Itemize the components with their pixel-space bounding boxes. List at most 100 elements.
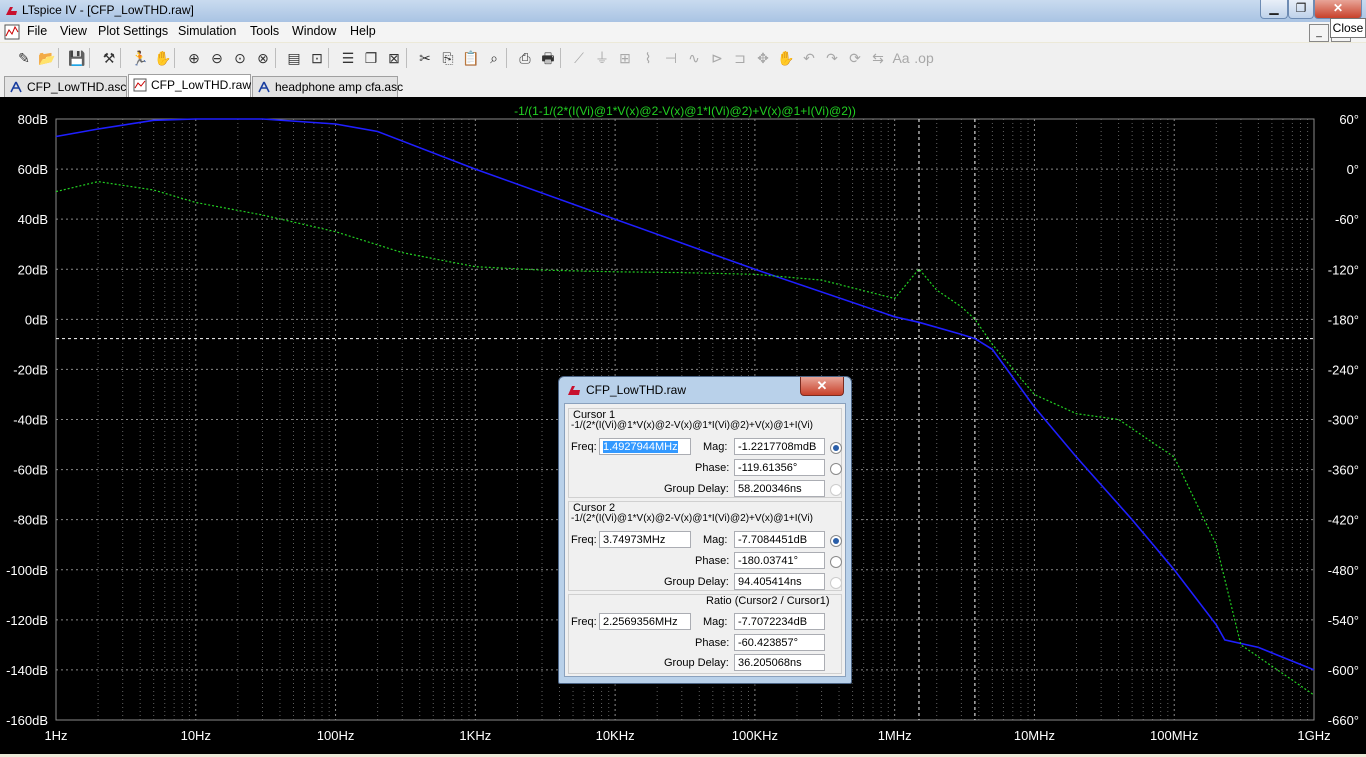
drag-icon[interactable]: ✋ bbox=[776, 48, 796, 68]
menu-plot-settings[interactable]: Plot Settings bbox=[98, 24, 168, 38]
rotate-icon[interactable]: ⟳ bbox=[845, 48, 865, 68]
y-left-tick-label: 20dB bbox=[18, 262, 48, 277]
print-icon[interactable]: 🖶 bbox=[538, 48, 558, 68]
zoom-full-icon[interactable]: ⊙ bbox=[230, 48, 250, 68]
toolbar-separator bbox=[328, 48, 329, 68]
x-tick-label: 1KHz bbox=[459, 728, 491, 743]
cursor1-phase-radio[interactable] bbox=[830, 463, 842, 475]
ratio-gd-field[interactable]: 36.205068ns bbox=[734, 654, 825, 671]
menu-file[interactable]: File bbox=[27, 24, 47, 38]
tile-horizontal-icon[interactable]: ☰ bbox=[338, 48, 358, 68]
mirror-icon[interactable]: ⇆ bbox=[868, 48, 888, 68]
spice-directive-icon[interactable]: .op bbox=[914, 48, 934, 68]
tab-label: CFP_LowTHD.asc bbox=[27, 80, 127, 94]
control-panel-icon[interactable]: ⚒ bbox=[99, 48, 119, 68]
new-schematic-icon[interactable]: ✎ bbox=[14, 48, 34, 68]
y-left-tick-label: -40dB bbox=[13, 413, 48, 428]
paste-icon[interactable]: 📋 bbox=[461, 48, 481, 68]
y-right-tick-label: -660° bbox=[1328, 713, 1359, 728]
copy-icon[interactable]: ⎘ bbox=[438, 48, 458, 68]
zoom-cancel-icon[interactable]: ⊗ bbox=[253, 48, 273, 68]
cursor1-group: Cursor 1 -1/(2*(I(Vi)@1*V(x)@2-V(x)@1*I(… bbox=[568, 408, 842, 498]
text-icon[interactable]: Aa bbox=[891, 48, 911, 68]
cursor2-gd-label: Group Delay: bbox=[664, 576, 729, 588]
cursor1-phase-field[interactable]: -119.61356° bbox=[734, 459, 825, 476]
cascade-icon[interactable]: ❐ bbox=[361, 48, 381, 68]
cursor2-phase-field[interactable]: -180.03741° bbox=[734, 552, 825, 569]
cursor1-mag-field[interactable]: -1.2217708mdB bbox=[734, 438, 825, 455]
autorange-icon[interactable]: ▤ bbox=[284, 48, 304, 68]
find-icon[interactable]: ⌕ bbox=[484, 48, 504, 68]
cursor-dialog[interactable]: CFP_LowTHD.raw ✕ Cursor 1 -1/(2*(I(Vi)@1… bbox=[558, 376, 852, 684]
cut-icon[interactable]: ✂ bbox=[415, 48, 435, 68]
tab-headphone-amp-cfa-asc[interactable]: headphone amp cfa.asc bbox=[252, 76, 403, 97]
open-icon[interactable]: 📂 bbox=[37, 48, 57, 68]
cursor2-gd-field[interactable]: 94.405414ns bbox=[734, 573, 825, 590]
trace-expression-label[interactable]: -1/(1-1/(2*(I(Vi)@1*V(x)@2-V(x)@1*I(Vi)@… bbox=[514, 104, 856, 118]
restore-button[interactable]: ❐ bbox=[1288, 0, 1314, 19]
cursor2-mag-radio[interactable] bbox=[830, 535, 842, 547]
toolbar-separator bbox=[89, 48, 90, 68]
title-bar: LTspice IV - [CFP_LowTHD.raw] ▁ ❐ ✕ bbox=[0, 0, 1366, 22]
zoom-area-icon[interactable]: ⊕ bbox=[184, 48, 204, 68]
y-right-tick-label: -540° bbox=[1328, 613, 1359, 628]
tab-cfp-lowthd-raw[interactable]: CFP_LowTHD.raw bbox=[128, 74, 251, 98]
ratio-phase-label: Phase: bbox=[695, 637, 730, 649]
cursor1-freq-field[interactable]: 1.4927944MHz bbox=[599, 438, 691, 455]
label-icon[interactable]: ⊞ bbox=[615, 48, 635, 68]
diode-icon[interactable]: ⊳ bbox=[707, 48, 727, 68]
save-icon[interactable]: 💾 bbox=[67, 48, 87, 68]
menu-simulation[interactable]: Simulation bbox=[178, 24, 236, 38]
dialog-close-button[interactable]: ✕ bbox=[800, 377, 844, 396]
cursor2-freq-label: Freq: bbox=[571, 534, 597, 546]
cursor2-expression: -1/(2*(I(Vi)@1*V(x)@2-V(x)@1*I(Vi)@2)+V(… bbox=[571, 513, 813, 524]
mdi-minimize-button[interactable]: _ bbox=[1309, 24, 1329, 42]
minimize-button[interactable]: ▁ bbox=[1260, 0, 1288, 19]
cursor1-gd-field[interactable]: 58.200346ns bbox=[734, 480, 825, 497]
menu-help[interactable]: Help bbox=[350, 24, 376, 38]
wire-icon[interactable]: ⟋ bbox=[569, 48, 589, 68]
cursor1-mag-radio[interactable] bbox=[830, 442, 842, 454]
dialog-body: Cursor 1 -1/(2*(I(Vi)@1*V(x)@2-V(x)@1*I(… bbox=[564, 403, 846, 677]
y-right-tick-label: -240° bbox=[1328, 362, 1359, 377]
move-icon[interactable]: ✥ bbox=[753, 48, 773, 68]
ratio-gd-label: Group Delay: bbox=[664, 657, 729, 669]
close-button[interactable]: ✕ bbox=[1314, 0, 1362, 19]
zoom-out-icon[interactable]: ⊖ bbox=[207, 48, 227, 68]
ratio-phase-field[interactable]: -60.423857° bbox=[734, 634, 825, 651]
mark-unconnected-icon[interactable]: ⊡ bbox=[307, 48, 327, 68]
menu-tools[interactable]: Tools bbox=[250, 24, 279, 38]
run-icon[interactable]: 🏃 bbox=[130, 48, 150, 68]
cursor2-phase-label: Phase: bbox=[695, 555, 730, 567]
cursor2-phase-radio[interactable] bbox=[830, 556, 842, 568]
y-left-tick-label: 0dB bbox=[25, 312, 48, 327]
print-setup-icon[interactable]: ⎙ bbox=[515, 48, 535, 68]
menu-window[interactable]: Window bbox=[292, 24, 336, 38]
cursor2-mag-field[interactable]: -7.7084451dB bbox=[734, 531, 825, 548]
y-left-tick-label: -60dB bbox=[13, 463, 48, 478]
undo-icon[interactable]: ↶ bbox=[799, 48, 819, 68]
ratio-mag-field[interactable]: -7.7072234dB bbox=[734, 613, 825, 630]
x-tick-label: 1GHz bbox=[1297, 728, 1330, 743]
x-tick-label: 100KHz bbox=[732, 728, 778, 743]
cursor1-expression: -1/(2*(I(Vi)@1*V(x)@2-V(x)@1*I(Vi)@2)+V(… bbox=[571, 420, 813, 431]
tab-cfp-lowthd-asc[interactable]: CFP_LowTHD.asc bbox=[4, 76, 127, 97]
inductor-icon[interactable]: ∿ bbox=[684, 48, 704, 68]
y-left-tick-label: -120dB bbox=[6, 613, 48, 628]
y-left-tick-label: 80dB bbox=[18, 112, 48, 127]
component-icon[interactable]: ⊐ bbox=[730, 48, 750, 68]
cursor1-mag-label: Mag: bbox=[703, 441, 728, 453]
x-tick-label: 100Hz bbox=[317, 728, 355, 743]
y-left-tick-label: -160dB bbox=[6, 713, 48, 728]
halt-icon[interactable]: ✋ bbox=[153, 48, 173, 68]
cursor2-freq-field[interactable]: 3.74973MHz bbox=[599, 531, 691, 548]
ratio-freq-field[interactable]: 2.2569356MHz bbox=[599, 613, 691, 630]
y-left-tick-label: 60dB bbox=[18, 162, 48, 177]
close-window-icon[interactable]: ⊠ bbox=[384, 48, 404, 68]
redo-icon[interactable]: ↷ bbox=[822, 48, 842, 68]
resistor-icon[interactable]: ⌇ bbox=[638, 48, 658, 68]
ground-icon[interactable]: ⏚ bbox=[592, 48, 612, 68]
menu-view[interactable]: View bbox=[60, 24, 87, 38]
capacitor-icon[interactable]: ⊣ bbox=[661, 48, 681, 68]
toolbar-separator bbox=[406, 48, 407, 68]
